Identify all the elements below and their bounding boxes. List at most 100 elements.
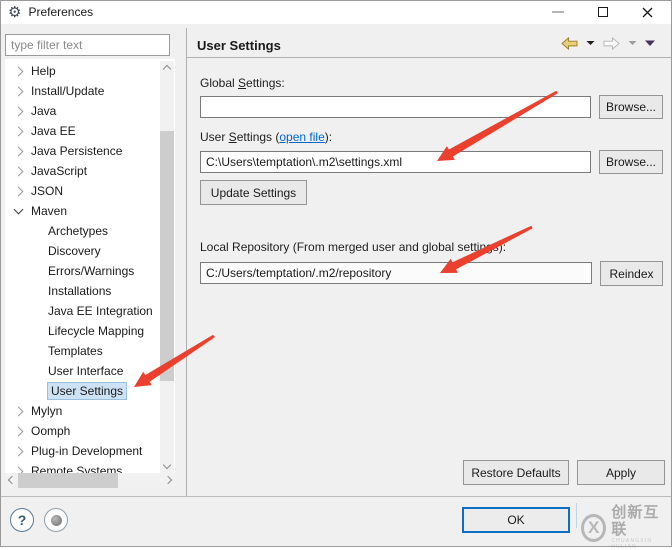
tree-item-user-interface[interactable]: User Interface: [5, 361, 161, 381]
open-file-link[interactable]: open file: [279, 130, 324, 144]
preferences-tree: Help Install/Update Java Java EE Java Persis…: [5, 61, 161, 473]
close-icon: [642, 7, 653, 18]
tree-item-json[interactable]: JSON: [5, 181, 161, 201]
minimize-icon: [552, 11, 564, 13]
chevron-right-icon[interactable]: [14, 406, 24, 416]
back-arrow-icon[interactable]: [560, 36, 579, 51]
tree-item-label: Remote Systems: [31, 464, 122, 473]
history-toolbar: [560, 33, 666, 53]
header-divider: [187, 57, 672, 58]
help-button[interactable]: ?: [10, 508, 34, 532]
maximize-icon: [598, 7, 608, 17]
tree-item-label: Java: [31, 104, 56, 118]
tree-item-errors-warnings[interactable]: Errors/Warnings: [5, 261, 161, 281]
tree-horizontal-scrollbar[interactable]: [5, 473, 175, 488]
page-title: User Settings: [197, 38, 281, 53]
close-button[interactable]: [625, 0, 670, 24]
watermark-divider: [576, 503, 577, 528]
tree-item-installations[interactable]: Installations: [5, 281, 161, 301]
back-history-menu-icon[interactable]: [586, 40, 595, 46]
global-settings-label: Global Settings:: [200, 76, 285, 90]
chevron-down-icon[interactable]: [14, 205, 24, 215]
tree-item-label: Templates: [48, 344, 103, 358]
scroll-left-icon[interactable]: [8, 476, 16, 484]
horizontal-scroll-thumb[interactable]: [18, 473, 118, 488]
chevron-right-icon[interactable]: [14, 466, 24, 473]
global-browse-button[interactable]: Browse...: [599, 95, 663, 119]
tree-item-label: JavaScript: [31, 164, 87, 178]
tree-item-help[interactable]: Help: [5, 61, 161, 81]
chevron-right-icon[interactable]: [14, 106, 24, 116]
user-settings-label: User Settings (open file):: [200, 130, 332, 144]
window-title: Preferences: [28, 5, 93, 19]
tree-item-java-ee-integration[interactable]: Java EE Integration: [5, 301, 161, 321]
chevron-right-icon[interactable]: [14, 86, 24, 96]
apply-button[interactable]: Apply: [577, 460, 665, 485]
tree-item-label: Java Persistence: [31, 144, 122, 158]
tree-item-install-update[interactable]: Install/Update: [5, 81, 161, 101]
tree-item-label: Help: [31, 64, 56, 78]
tree-item-label: Lifecycle Mapping: [48, 324, 144, 338]
tree-item-java-persistence[interactable]: Java Persistence: [5, 141, 161, 161]
restore-defaults-button[interactable]: Restore Defaults: [463, 460, 569, 485]
tree-item-label: Java EE Integration: [48, 304, 153, 318]
maximize-button[interactable]: [580, 0, 625, 24]
tree-item-label: Mylyn: [31, 404, 62, 418]
tree-item-label: User Settings: [48, 383, 126, 399]
tree-item-label: Java EE: [31, 124, 76, 138]
tree-item-label: User Interface: [48, 364, 123, 378]
tree-item-maven[interactable]: Maven: [5, 201, 161, 221]
forward-arrow-icon[interactable]: [602, 36, 621, 51]
minimize-button[interactable]: [535, 0, 580, 24]
tree-item-archetypes[interactable]: Archetypes: [5, 221, 161, 241]
vertical-scroll-thumb[interactable]: [160, 131, 174, 381]
tree-item-user-settings[interactable]: User Settings: [5, 381, 161, 401]
tree-item-label: Maven: [31, 204, 67, 218]
chevron-right-icon[interactable]: [14, 446, 24, 456]
tree-item-java-ee[interactable]: Java EE: [5, 121, 161, 141]
reindex-button[interactable]: Reindex: [600, 261, 663, 286]
forward-history-menu-icon[interactable]: [628, 40, 637, 46]
filter-input[interactable]: [5, 34, 170, 56]
ok-button[interactable]: OK: [462, 507, 570, 533]
scroll-right-icon[interactable]: [164, 476, 172, 484]
chevron-right-icon[interactable]: [14, 146, 24, 156]
tree-item-label: Installations: [48, 284, 111, 298]
tree-item-plug-in-development[interactable]: Plug-in Development: [5, 441, 161, 461]
tree-item-label: Errors/Warnings: [48, 264, 134, 278]
tree-item-label: Install/Update: [31, 84, 104, 98]
chevron-right-icon[interactable]: [14, 426, 24, 436]
button-bar-divider: [0, 496, 672, 497]
scroll-down-icon[interactable]: [163, 461, 171, 469]
chevron-right-icon[interactable]: [14, 126, 24, 136]
view-menu-icon[interactable]: [644, 39, 656, 47]
tree-item-label: Plug-in Development: [31, 444, 142, 458]
user-settings-browse-button[interactable]: Browse...: [599, 150, 663, 174]
tree-item-oomph[interactable]: Oomph: [5, 421, 161, 441]
chevron-right-icon[interactable]: [14, 166, 24, 176]
global-settings-input[interactable]: [200, 96, 591, 118]
chevron-right-icon[interactable]: [14, 66, 24, 76]
local-repository-input[interactable]: [200, 262, 592, 284]
tree-item-remote-systems[interactable]: Remote Systems: [5, 461, 161, 473]
tree-item-templates[interactable]: Templates: [5, 341, 161, 361]
watermark-text: 创新互联: [611, 505, 672, 538]
tree-vertical-scrollbar[interactable]: [160, 61, 174, 473]
help-icon: ?: [18, 512, 27, 528]
preference-recorder-button[interactable]: [44, 508, 68, 532]
tree-item-lifecycle-mapping[interactable]: Lifecycle Mapping: [5, 321, 161, 341]
tree-item-label: Oomph: [31, 424, 70, 438]
gear-icon: ⚙: [8, 5, 21, 20]
cx-logo-icon: X: [581, 514, 606, 542]
user-settings-input[interactable]: [200, 151, 591, 173]
tree-item-discovery[interactable]: Discovery: [5, 241, 161, 261]
titlebar: ⚙ Preferences: [0, 0, 672, 24]
tree-item-java[interactable]: Java: [5, 101, 161, 121]
tree-item-mylyn[interactable]: Mylyn: [5, 401, 161, 421]
scroll-up-icon[interactable]: [163, 65, 171, 73]
update-settings-button[interactable]: Update Settings: [200, 180, 307, 205]
preferences-tree-panel: Help Install/Update Java Java EE Java Persis…: [5, 59, 175, 473]
chevron-right-icon[interactable]: [14, 186, 24, 196]
tree-item-javascript[interactable]: JavaScript: [5, 161, 161, 181]
tree-item-label: Archetypes: [48, 224, 108, 238]
